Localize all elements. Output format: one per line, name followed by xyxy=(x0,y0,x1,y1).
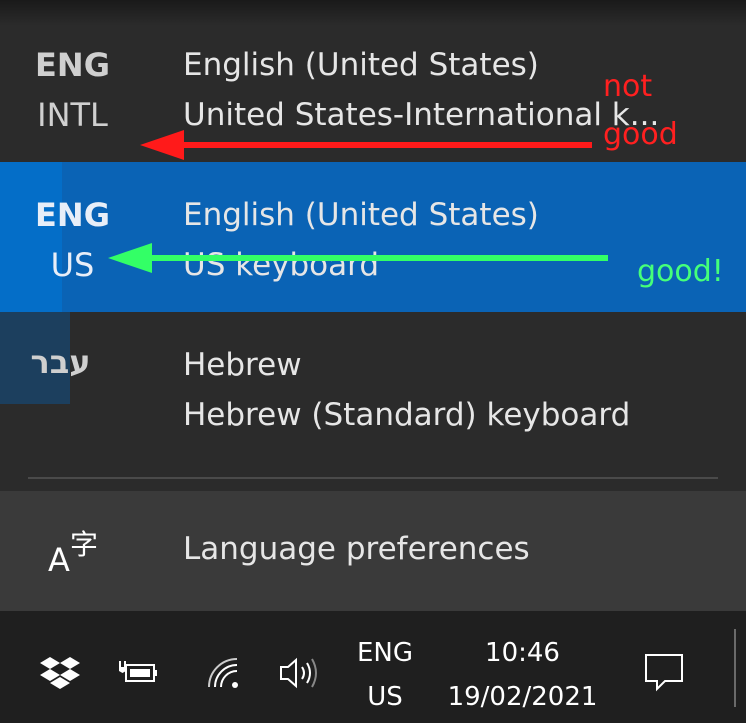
green-arrow xyxy=(108,243,608,273)
action-center-icon[interactable] xyxy=(643,651,685,693)
annotation-not-good-line1: not xyxy=(603,69,653,104)
clock-time[interactable]: 10:46 xyxy=(440,633,605,673)
show-desktop-divider[interactable] xyxy=(734,629,736,707)
dropbox-icon[interactable] xyxy=(40,655,80,691)
battery-charging-icon[interactable] xyxy=(118,657,160,687)
input-indicator-region[interactable]: US xyxy=(345,677,425,717)
wifi-icon[interactable] xyxy=(205,655,241,691)
input-indicator-lang[interactable]: ENG xyxy=(345,633,425,673)
annotation-good: good! xyxy=(637,254,724,289)
clock-date[interactable]: 19/02/2021 xyxy=(440,677,605,717)
taskbar: ENG US 10:46 19/02/2021 xyxy=(0,611,746,723)
red-arrow xyxy=(140,130,592,160)
volume-icon[interactable] xyxy=(278,655,322,691)
annotation-not-good-line2: good xyxy=(603,117,678,152)
